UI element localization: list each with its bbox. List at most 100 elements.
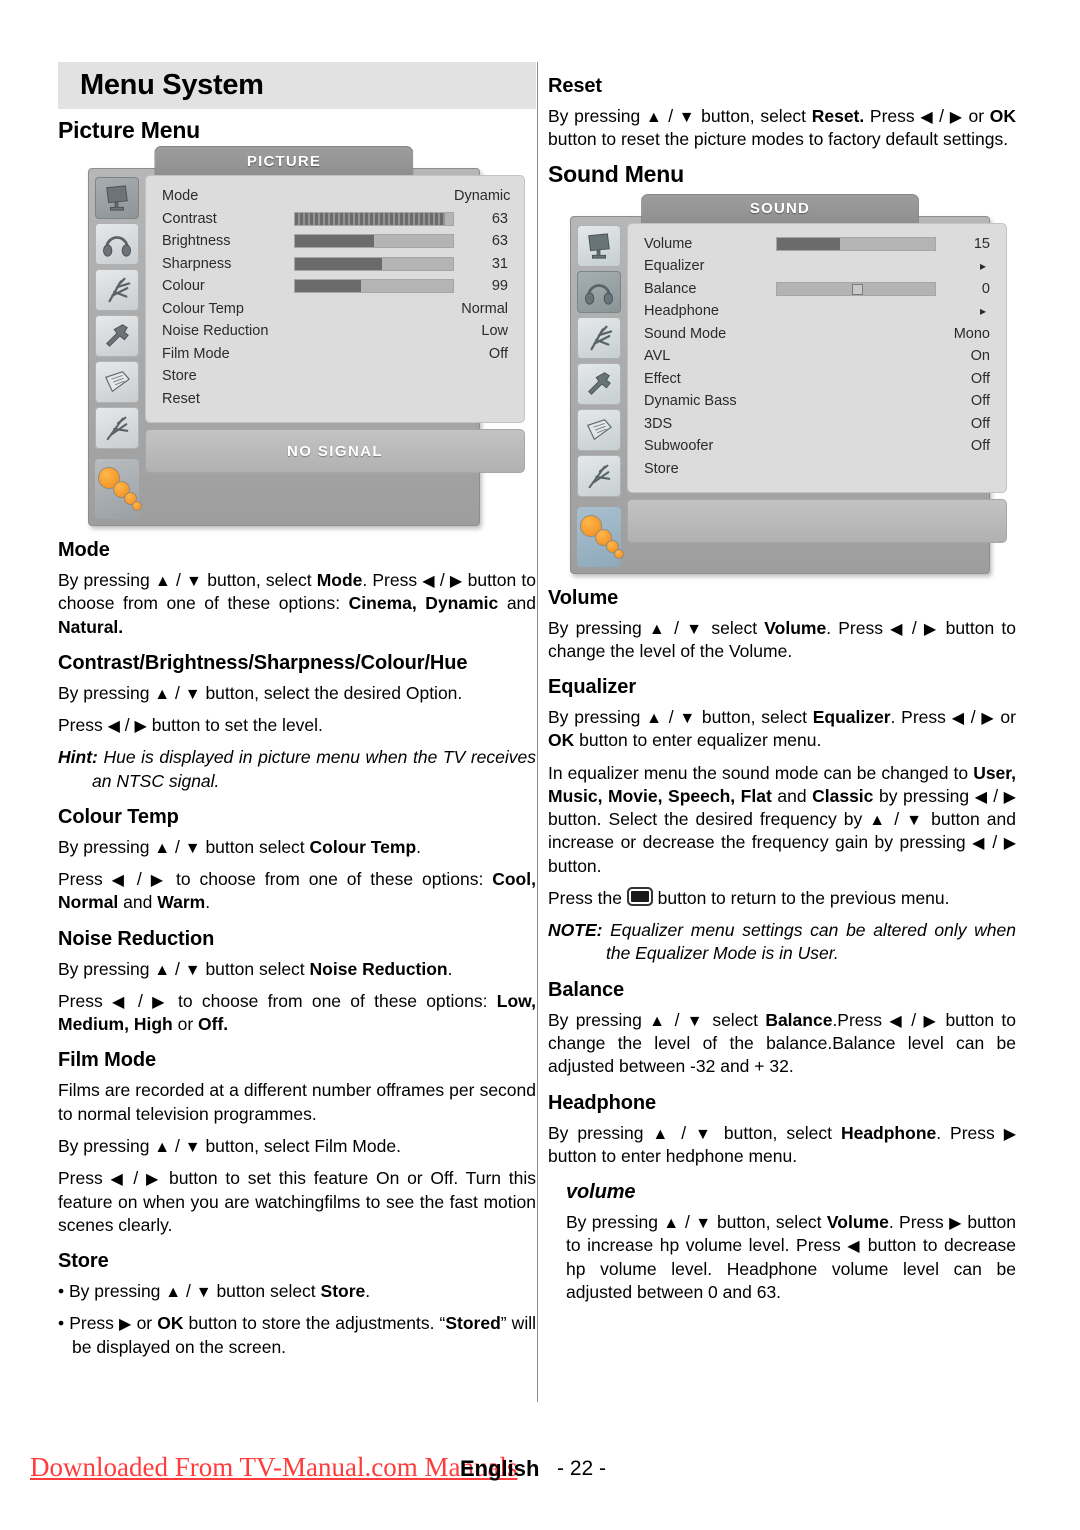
- osd-row[interactable]: 3DS Off: [644, 413, 990, 436]
- osd-row-value: ▸: [979, 304, 986, 319]
- signal-dots-indicator: [95, 459, 142, 519]
- sound-osd-status: [627, 499, 1007, 544]
- install-icon[interactable]: [95, 407, 139, 449]
- osd-slider[interactable]: [294, 234, 454, 249]
- document-icon[interactable]: [577, 408, 621, 451]
- osd-row[interactable]: Brightness 63: [162, 230, 508, 253]
- osd-row[interactable]: Equalizer ▸: [644, 255, 990, 278]
- osd-row[interactable]: Film Mode Off: [162, 343, 508, 366]
- osd-row-label: Colour: [162, 278, 205, 295]
- osd-row-label: Colour Temp: [162, 300, 244, 317]
- topic-heading: Volume: [548, 586, 619, 609]
- sound-osd-mock: SOUND Volume 15 Equalizer ▸ Balance 0 Headphon…: [570, 193, 1007, 574]
- sound-osd-icon-rail[interactable]: [577, 223, 624, 567]
- osd-row[interactable]: Sound Mode Mono: [644, 323, 990, 346]
- osd-row[interactable]: Colour 99: [162, 275, 508, 298]
- picture-topics: Mode By pressing ▲ / ▼ button, select Mod…: [58, 539, 536, 1359]
- topic-heading: Colour Temp: [58, 805, 179, 828]
- right-column: Reset By pressing ▲ / ▼ button, select Re…: [548, 62, 1016, 1313]
- topic-paragraph: By pressing ▲ / ▼ button, select the des…: [58, 682, 463, 703]
- osd-slider[interactable]: [776, 236, 936, 251]
- picture-osd-rows: Mode Dynamic Contrast 63 Brightness 63 Sharpne…: [145, 175, 525, 423]
- page-banner: Menu System: [58, 62, 536, 109]
- document-icon[interactable]: [95, 361, 139, 403]
- osd-row-label: Noise Reduction: [162, 323, 269, 340]
- osd-row[interactable]: Balance 0: [644, 278, 990, 301]
- osd-row[interactable]: Contrast 63: [162, 208, 508, 231]
- topic-paragraph: Press ◀ / ▶ to choose from one of these …: [58, 990, 536, 1035]
- osd-row-value: Dynamic: [454, 188, 511, 205]
- osd-row[interactable]: Headphone ▸: [644, 300, 990, 323]
- osd-row-value: 63: [491, 210, 508, 227]
- osd-row[interactable]: Mode Dynamic: [162, 185, 511, 208]
- osd-row-label: AVL: [644, 348, 671, 365]
- osd-row[interactable]: Reset: [162, 388, 508, 411]
- sound-menu-heading: Sound Menu: [548, 160, 684, 187]
- sound-osd-rows: Volume 15 Equalizer ▸ Balance 0 Headphone ▸ Soun…: [627, 222, 1007, 494]
- osd-slider[interactable]: [776, 281, 936, 296]
- osd-row-value: ▸: [979, 259, 986, 274]
- osd-row-value: Off: [488, 345, 508, 362]
- tv-monitor-icon[interactable]: [95, 177, 139, 219]
- topic-heading: Mode: [58, 539, 110, 561]
- topic-paragraph: NOTE: Equalizer menu settings can be alt…: [548, 920, 1016, 964]
- picture-osd-title: PICTURE: [154, 146, 414, 175]
- sound-osd-title: SOUND: [641, 193, 919, 223]
- wrench-icon[interactable]: [577, 362, 621, 405]
- topic-paragraph: Press the button to return to the previo…: [548, 886, 950, 908]
- tv-monitor-icon[interactable]: [577, 224, 621, 267]
- osd-slider[interactable]: [294, 256, 454, 271]
- page-title: Menu System: [80, 69, 264, 101]
- osd-row-bar-cell: [294, 211, 454, 226]
- topic-subheading: volume: [566, 1181, 636, 1204]
- osd-row[interactable]: Noise Reduction Low: [162, 320, 508, 343]
- headphones-icon[interactable]: [577, 270, 621, 313]
- topic-paragraph: By pressing ▲ / ▼ button, select Volume.…: [566, 1212, 1016, 1302]
- headphones-icon[interactable]: [95, 223, 139, 265]
- osd-row-label: Mode: [162, 188, 199, 205]
- osd-slider[interactable]: [294, 279, 454, 294]
- install-icon[interactable]: [577, 454, 621, 497]
- osd-row[interactable]: Sharpness 31: [162, 253, 508, 276]
- topic-heading: Store: [58, 1250, 109, 1273]
- osd-row-bar-cell: [776, 236, 936, 251]
- osd-row[interactable]: Store: [162, 365, 508, 388]
- antenna-icon[interactable]: [577, 316, 621, 359]
- osd-row-label: Volume: [644, 235, 693, 252]
- antenna-icon[interactable]: [95, 269, 139, 311]
- topic-paragraph: By pressing ▲ / ▼ select Volume. Press ◀…: [548, 617, 1016, 661]
- topic-paragraph: Press ◀ / ▶ button to set this feature O…: [58, 1168, 536, 1235]
- topic-paragraph: By pressing ▲ / ▼ select Balance.Press ◀…: [548, 1009, 1016, 1077]
- osd-row-label: Brightness: [162, 233, 231, 250]
- topic-heading: Noise Reduction: [58, 927, 215, 950]
- osd-row-label: Subwoofer: [644, 438, 714, 455]
- topic-heading: Headphone: [548, 1091, 656, 1114]
- picture-osd-status: NO SIGNAL: [145, 429, 525, 473]
- language-label: English: [460, 1456, 540, 1481]
- picture-osd-icon-rail[interactable]: [95, 175, 142, 519]
- osd-row-value: Mono: [953, 325, 990, 342]
- topic-heading: Contrast/Brightness/Sharpness/Colour/Hue: [58, 651, 468, 674]
- topic-paragraph: Hint: Hue is displayed in picture menu w…: [58, 747, 536, 791]
- topic-heading: Balance: [548, 978, 625, 1001]
- picture-osd-mock: PICTURE Mode Dynamic Contrast 63 Brightness 6…: [88, 146, 525, 526]
- osd-row[interactable]: Store: [644, 458, 990, 481]
- osd-row-label: Equalizer: [644, 258, 705, 275]
- osd-row-bar-cell: [294, 279, 454, 294]
- osd-slider[interactable]: [294, 211, 454, 226]
- osd-row-value: Normal: [461, 300, 508, 317]
- sound-topics: Volume By pressing ▲ / ▼ select Volume. P…: [548, 587, 1016, 1305]
- watermark-link[interactable]: Downloaded From TV-Manual.com Manuals: [30, 1452, 517, 1483]
- signal-dots-indicator: [577, 506, 624, 567]
- osd-row-label: Film Mode: [162, 345, 230, 362]
- wrench-icon[interactable]: [95, 315, 139, 357]
- osd-row[interactable]: Subwoofer Off: [644, 435, 990, 458]
- osd-row[interactable]: Effect Off: [644, 368, 990, 391]
- osd-row[interactable]: AVL On: [644, 345, 990, 368]
- osd-row[interactable]: Dynamic Bass Off: [644, 390, 990, 413]
- osd-row[interactable]: Volume 15: [644, 233, 990, 256]
- osd-slider-knob[interactable]: [852, 283, 863, 295]
- osd-row[interactable]: Colour Temp Normal: [162, 298, 508, 321]
- osd-row-value: Off: [970, 370, 990, 387]
- osd-row-value: 15: [973, 235, 990, 252]
